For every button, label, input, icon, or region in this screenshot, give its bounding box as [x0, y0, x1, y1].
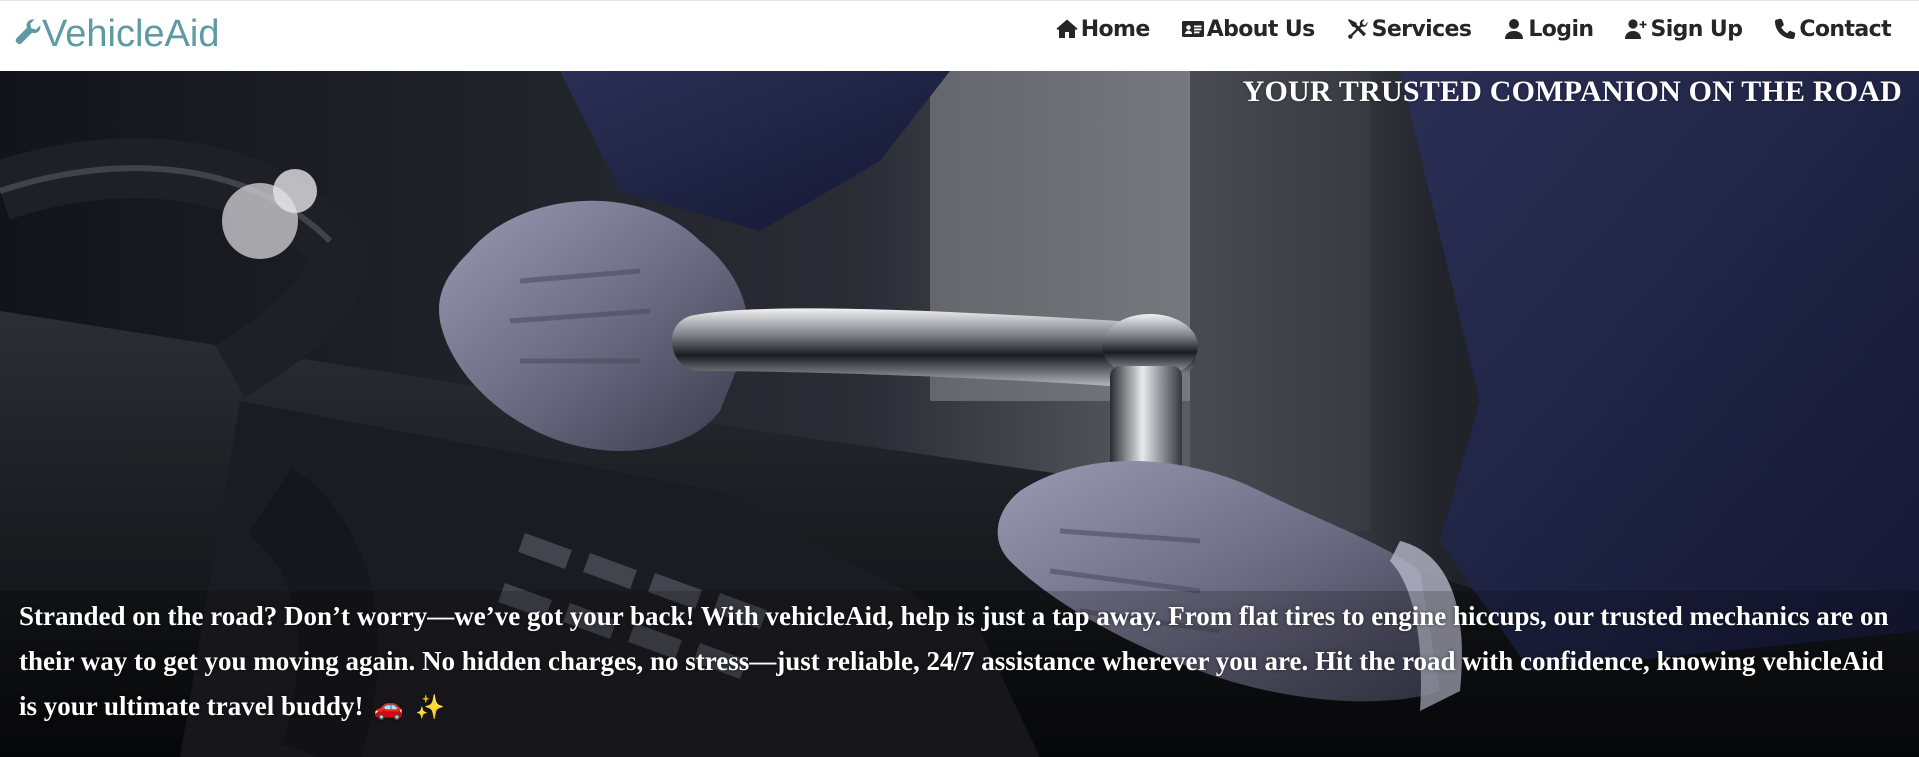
- tools-icon: [1345, 17, 1371, 41]
- nav-about-us[interactable]: About Us: [1180, 17, 1315, 42]
- sparkles-icon: ✨: [415, 693, 446, 721]
- nav-login[interactable]: Login: [1501, 16, 1594, 42]
- hero-description-text: Stranded on the road? Don’t worry—we’ve …: [19, 601, 1889, 721]
- phone-icon: [1772, 17, 1798, 41]
- nav-contact-label: Contact: [1799, 16, 1891, 42]
- id-card-icon: [1180, 17, 1206, 41]
- hero-tagline: YOUR TRUSTED COMPANION ON THE ROAD: [1242, 75, 1902, 108]
- nav-services[interactable]: Services: [1345, 17, 1472, 42]
- hero-section: YOUR TRUSTED COMPANION ON THE ROAD Stran…: [0, 71, 1919, 757]
- page: VehicleAid Home About Us Services Login …: [0, 0, 1919, 757]
- nav-sign-up[interactable]: Sign Up: [1623, 16, 1743, 42]
- wrench-icon: [12, 19, 42, 49]
- main-nav: Home About Us Services Login Sign Up Con…: [1024, 9, 1892, 49]
- user-plus-icon: [1623, 17, 1649, 41]
- nav-services-label: Services: [1371, 16, 1472, 42]
- nav-home[interactable]: Home: [1054, 17, 1150, 42]
- home-icon: [1054, 17, 1080, 41]
- nav-about-us-label: About Us: [1206, 16, 1315, 42]
- nav-login-label: Login: [1528, 16, 1594, 42]
- nav-sign-up-label: Sign Up: [1650, 16, 1743, 42]
- nav-home-label: Home: [1080, 16, 1151, 42]
- nav-contact[interactable]: Contact: [1772, 16, 1892, 42]
- car-icon: 🚗: [373, 693, 404, 721]
- user-icon: [1501, 17, 1527, 41]
- brand-name: VehicleAid: [42, 12, 220, 55]
- brand-logo[interactable]: VehicleAid: [12, 11, 219, 57]
- hero-description: Stranded on the road? Don’t worry—we’ve …: [19, 594, 1889, 730]
- navbar: VehicleAid Home About Us Services Login …: [0, 0, 1919, 71]
